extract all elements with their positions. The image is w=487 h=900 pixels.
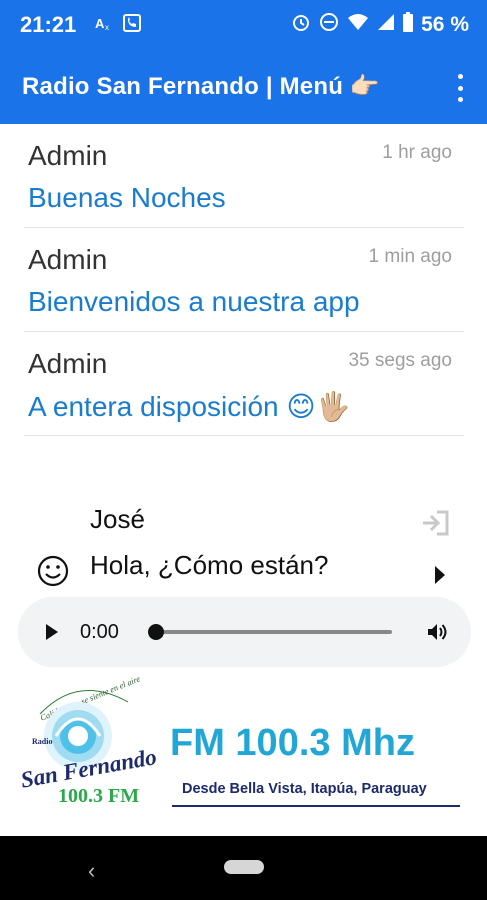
message-input[interactable]: Hola, ¿Cómo están? [90,550,410,581]
back-icon[interactable]: ‹ [88,858,95,884]
seek-thumb[interactable] [148,624,164,640]
more-vert-icon[interactable] [455,70,465,106]
seek-bar[interactable] [152,630,392,634]
signal-icon [377,13,395,37]
message-item: Admin 1 hr ago Buenas Noches [24,124,464,228]
status-time: 21:21 [20,12,77,37]
message-item: Admin 35 segs ago A entera disposición 😊… [24,332,464,436]
app-title: Radio San Fernando | Menú 👉🏻 [22,73,381,100]
emoji-icon[interactable] [36,554,70,588]
station-banner: Calidad que se siente en el aire Radio S… [0,670,487,835]
svg-text:x: x [105,23,109,32]
banner-divider [172,805,460,807]
translate-icon: Ax [94,13,114,38]
message-text: Buenas Noches [28,182,226,213]
message-text: A entera disposición 😊🖐🏼 [28,391,351,422]
logo-dial: 100.3 FM [58,785,139,807]
dnd-icon [319,12,339,38]
system-icons: 56 % [291,12,469,38]
frequency-label: FM 100.3 Mhz [170,722,415,764]
home-pill[interactable] [224,860,264,874]
app-bar: Radio San Fernando | Menú 👉🏻 [0,52,487,124]
message-author: Admin [28,140,108,171]
system-nav-bar: ‹ [0,836,487,900]
compose-area: José Hola, ¿Cómo están? [0,490,487,600]
message-time: 1 hr ago [382,142,452,163]
svg-text:A: A [95,16,105,31]
username-field[interactable]: José [90,504,145,535]
login-icon[interactable] [421,510,451,536]
message-author: Admin [28,348,108,379]
send-icon[interactable] [435,566,445,584]
message-item: Admin 1 min ago Bienvenidos a nuestra ap… [24,228,464,332]
wifi-icon [347,13,369,37]
station-logo: Calidad que se siente en el aire Radio S… [19,674,159,807]
message-text: Bienvenidos a nuestra app [28,286,360,317]
logo-radio: Radio [32,737,52,746]
play-icon[interactable] [46,624,58,640]
battery-icon [403,12,414,38]
message-time: 35 segs ago [348,350,452,371]
status-bar: 21:21 Ax 56 % [0,0,487,52]
message-list: Admin 1 hr ago Buenas Noches Admin 1 min… [24,124,464,436]
message-time: 1 min ago [368,246,452,267]
location-label: Desde Bella Vista, Itapúa, Paraguay [182,781,427,797]
phone-icon [122,13,142,38]
volume-icon[interactable] [426,621,448,643]
audio-player: 0:00 [18,597,471,667]
message-author: Admin [28,244,108,275]
notification-icons: Ax [94,13,142,38]
alarm-icon [291,12,311,38]
battery-level: 56 % [421,13,469,36]
player-time: 0:00 [80,621,119,643]
